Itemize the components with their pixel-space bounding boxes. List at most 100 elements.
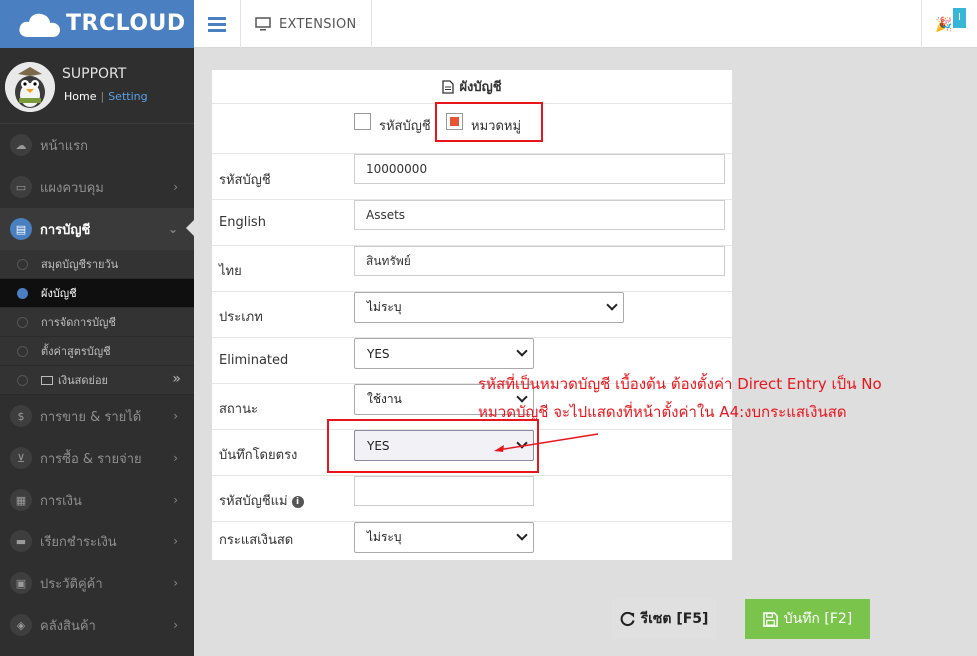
chevron-right-icon: › bbox=[173, 493, 178, 507]
brand-name: TRCLOUD bbox=[66, 11, 186, 36]
sidebar-item-home[interactable]: ☁ หน้าแรก bbox=[0, 124, 194, 166]
status-label: สถานะ bbox=[219, 402, 258, 417]
sidebar-item-label: ประวัติคู่ค้า bbox=[40, 576, 103, 592]
chevron-down-icon bbox=[606, 299, 618, 311]
sidebar-item-label: เรียกชำระเงิน bbox=[40, 534, 117, 550]
highlight-box-category bbox=[435, 102, 543, 142]
hamburger-icon bbox=[208, 17, 226, 32]
sidebar-item-dashboard[interactable]: ▭ แผงควบคุม › bbox=[0, 166, 194, 208]
cashflow-select[interactable]: ไม่ระบุ bbox=[354, 522, 534, 553]
english-name-input[interactable] bbox=[354, 200, 725, 230]
info-icon[interactable]: i bbox=[291, 496, 304, 508]
user-profile: SUPPORT Home | Setting bbox=[0, 48, 194, 124]
form-row-code: รหัสบัญชี bbox=[212, 154, 732, 200]
home-link[interactable]: Home bbox=[64, 90, 96, 103]
chevron-right-icon: › bbox=[173, 534, 178, 548]
sidebar-item-label: คลังสินค้า bbox=[40, 618, 96, 634]
form-row-cashflow: กระแสเงินสด ไม่ระบุ bbox=[212, 522, 732, 560]
bullet-icon bbox=[17, 345, 28, 357]
avatar[interactable] bbox=[5, 62, 55, 112]
notification-badge: I bbox=[953, 8, 966, 28]
sidebar-item-label: การบัญชี bbox=[40, 222, 91, 238]
cart-icon: ⊻ bbox=[10, 447, 32, 469]
bullet-icon bbox=[17, 316, 28, 328]
sidebar-item-accounting[interactable]: ▤ การบัญชี ⌄ bbox=[0, 208, 194, 250]
account-code-checkbox[interactable] bbox=[354, 113, 371, 130]
parent-label: รหัสบัญชีแม่ i bbox=[219, 490, 304, 511]
english-label: English bbox=[219, 215, 266, 230]
sidebar-item-contacts[interactable]: ▣ ประวัติคู่ค้า › bbox=[0, 562, 194, 604]
sidebar-item-finance[interactable]: ▦ การเงิน › bbox=[0, 479, 194, 521]
chevron-right-icon: › bbox=[173, 618, 178, 632]
parent-account-input[interactable] bbox=[354, 476, 534, 506]
annotation-line: หมวดบัญชี จะไปแสดงที่หน้าตั้งค่าใน A4:งบ… bbox=[478, 403, 847, 421]
dollar-icon: $ bbox=[10, 405, 32, 427]
annotation-note: รหัสที่เป็นหมวดบัญชี เบื้องต้น ต้องตั้งค… bbox=[478, 370, 882, 426]
thai-label: ไทย bbox=[219, 264, 242, 279]
brand-logo[interactable]: TRCLOUD bbox=[0, 0, 194, 48]
boxes-icon: ◈ bbox=[10, 614, 32, 636]
chevron-right-icon: › bbox=[173, 180, 178, 194]
hamburger-menu-button[interactable] bbox=[194, 0, 241, 48]
sidebar-subitem-journal[interactable]: สมุดบัญชีรายวัน bbox=[0, 250, 194, 279]
setting-link[interactable]: Setting bbox=[108, 90, 147, 103]
chevron-right-icon: › bbox=[173, 409, 178, 423]
extension-label: EXTENSION bbox=[279, 16, 357, 32]
sidebar-item-label: การขาย & รายได้ bbox=[40, 409, 142, 425]
sidebar-item-label: หน้าแรก bbox=[40, 138, 88, 154]
status-select-value: ใช้งาน bbox=[367, 392, 402, 406]
form-row-thai: ไทย bbox=[212, 246, 732, 292]
account-code-checkbox-label: รหัสบัญชี bbox=[379, 119, 431, 134]
eliminated-select[interactable]: YES bbox=[354, 338, 534, 369]
sidebar-subitem-account-formula[interactable]: ตั้งค่าสูตรบัญชี bbox=[0, 337, 194, 366]
sidebar-subitem-account-management[interactable]: การจัดการบัญชี bbox=[0, 308, 194, 337]
eliminated-label: Eliminated bbox=[219, 353, 289, 368]
sidebar-item-label: การซื้อ & รายจ่าย bbox=[40, 451, 142, 467]
chart-of-accounts-form: ผังบัญชี รหัสบัญชี หมวดหมู่ รหัสบัญชี En… bbox=[212, 70, 732, 560]
sidebar-item-inventory[interactable]: ◈ คลังสินค้า › bbox=[0, 604, 194, 646]
cashflow-label: กระแสเงินสด bbox=[219, 533, 294, 548]
card-icon: ▬ bbox=[10, 530, 32, 552]
save-button[interactable]: บันทึก [F2] bbox=[745, 599, 870, 639]
sidebar-subitem-chart-of-accounts[interactable]: ผังบัญชี bbox=[0, 279, 194, 308]
form-row-parent: รหัสบัญชีแม่ i bbox=[212, 476, 732, 522]
reset-button-label: รีเซต [F5] bbox=[640, 611, 709, 627]
party-popper-icon: 🎉 bbox=[935, 17, 953, 33]
account-code-input[interactable] bbox=[354, 154, 725, 184]
top-bar: TRCLOUD EXTENSION 🎉 I bbox=[0, 0, 977, 48]
chevron-down-icon bbox=[516, 345, 528, 357]
sidebar-subitem-label: ผังบัญชี bbox=[41, 287, 77, 300]
type-label: ประเภท bbox=[219, 310, 263, 325]
sidebar-subitem-label: การจัดการบัญชี bbox=[41, 316, 116, 329]
type-select[interactable]: ไม่ระบุ bbox=[354, 292, 624, 323]
penguin-avatar-icon bbox=[5, 62, 55, 112]
monitor-icon: ▭ bbox=[10, 176, 32, 198]
link-separator: | bbox=[100, 90, 105, 103]
sidebar-subitem-label: เงินสดย่อย bbox=[58, 374, 109, 387]
sidebar-subitem-petty-cash[interactable]: เงินสดย่อย » bbox=[0, 366, 194, 395]
sidebar-subitem-label: ตั้งค่าสูตรบัญชี bbox=[41, 345, 111, 358]
sidebar-item-sales[interactable]: $ การขาย & รายได้ › bbox=[0, 395, 194, 437]
reset-button[interactable]: รีเซต [F5] bbox=[612, 599, 716, 639]
extension-tab[interactable]: EXTENSION bbox=[241, 0, 372, 48]
floppy-disk-icon bbox=[762, 611, 778, 627]
chevron-down-icon: ⌄ bbox=[167, 222, 178, 236]
chevron-right-icon: › bbox=[173, 451, 178, 465]
form-row-english: English bbox=[212, 200, 732, 246]
calendar-icon: ▦ bbox=[10, 489, 32, 511]
form-title: ผังบัญชี bbox=[459, 80, 502, 95]
sidebar-item-label: การเงิน bbox=[40, 493, 82, 509]
eliminated-select-value: YES bbox=[367, 346, 390, 361]
cloud-icon: ☁ bbox=[10, 134, 32, 156]
cashflow-select-value: ไม่ระบุ bbox=[367, 530, 402, 544]
annotation-line: รหัสที่เป็นหมวดบัญชี เบื้องต้น ต้องตั้งค… bbox=[478, 375, 882, 393]
sidebar-item-billing[interactable]: ▬ เรียกชำระเงิน › bbox=[0, 520, 194, 562]
monitor-icon bbox=[255, 17, 271, 31]
sidebar-item-purchases[interactable]: ⊻ การซื้อ & รายจ่าย › bbox=[0, 437, 194, 479]
cloud-logo-icon bbox=[19, 13, 60, 37]
active-indicator bbox=[186, 220, 194, 236]
profile-links: Home | Setting bbox=[64, 90, 148, 103]
contact-icon: ▣ bbox=[10, 572, 32, 594]
thai-name-input[interactable] bbox=[354, 246, 725, 276]
notification-button[interactable]: 🎉 I bbox=[921, 0, 967, 48]
